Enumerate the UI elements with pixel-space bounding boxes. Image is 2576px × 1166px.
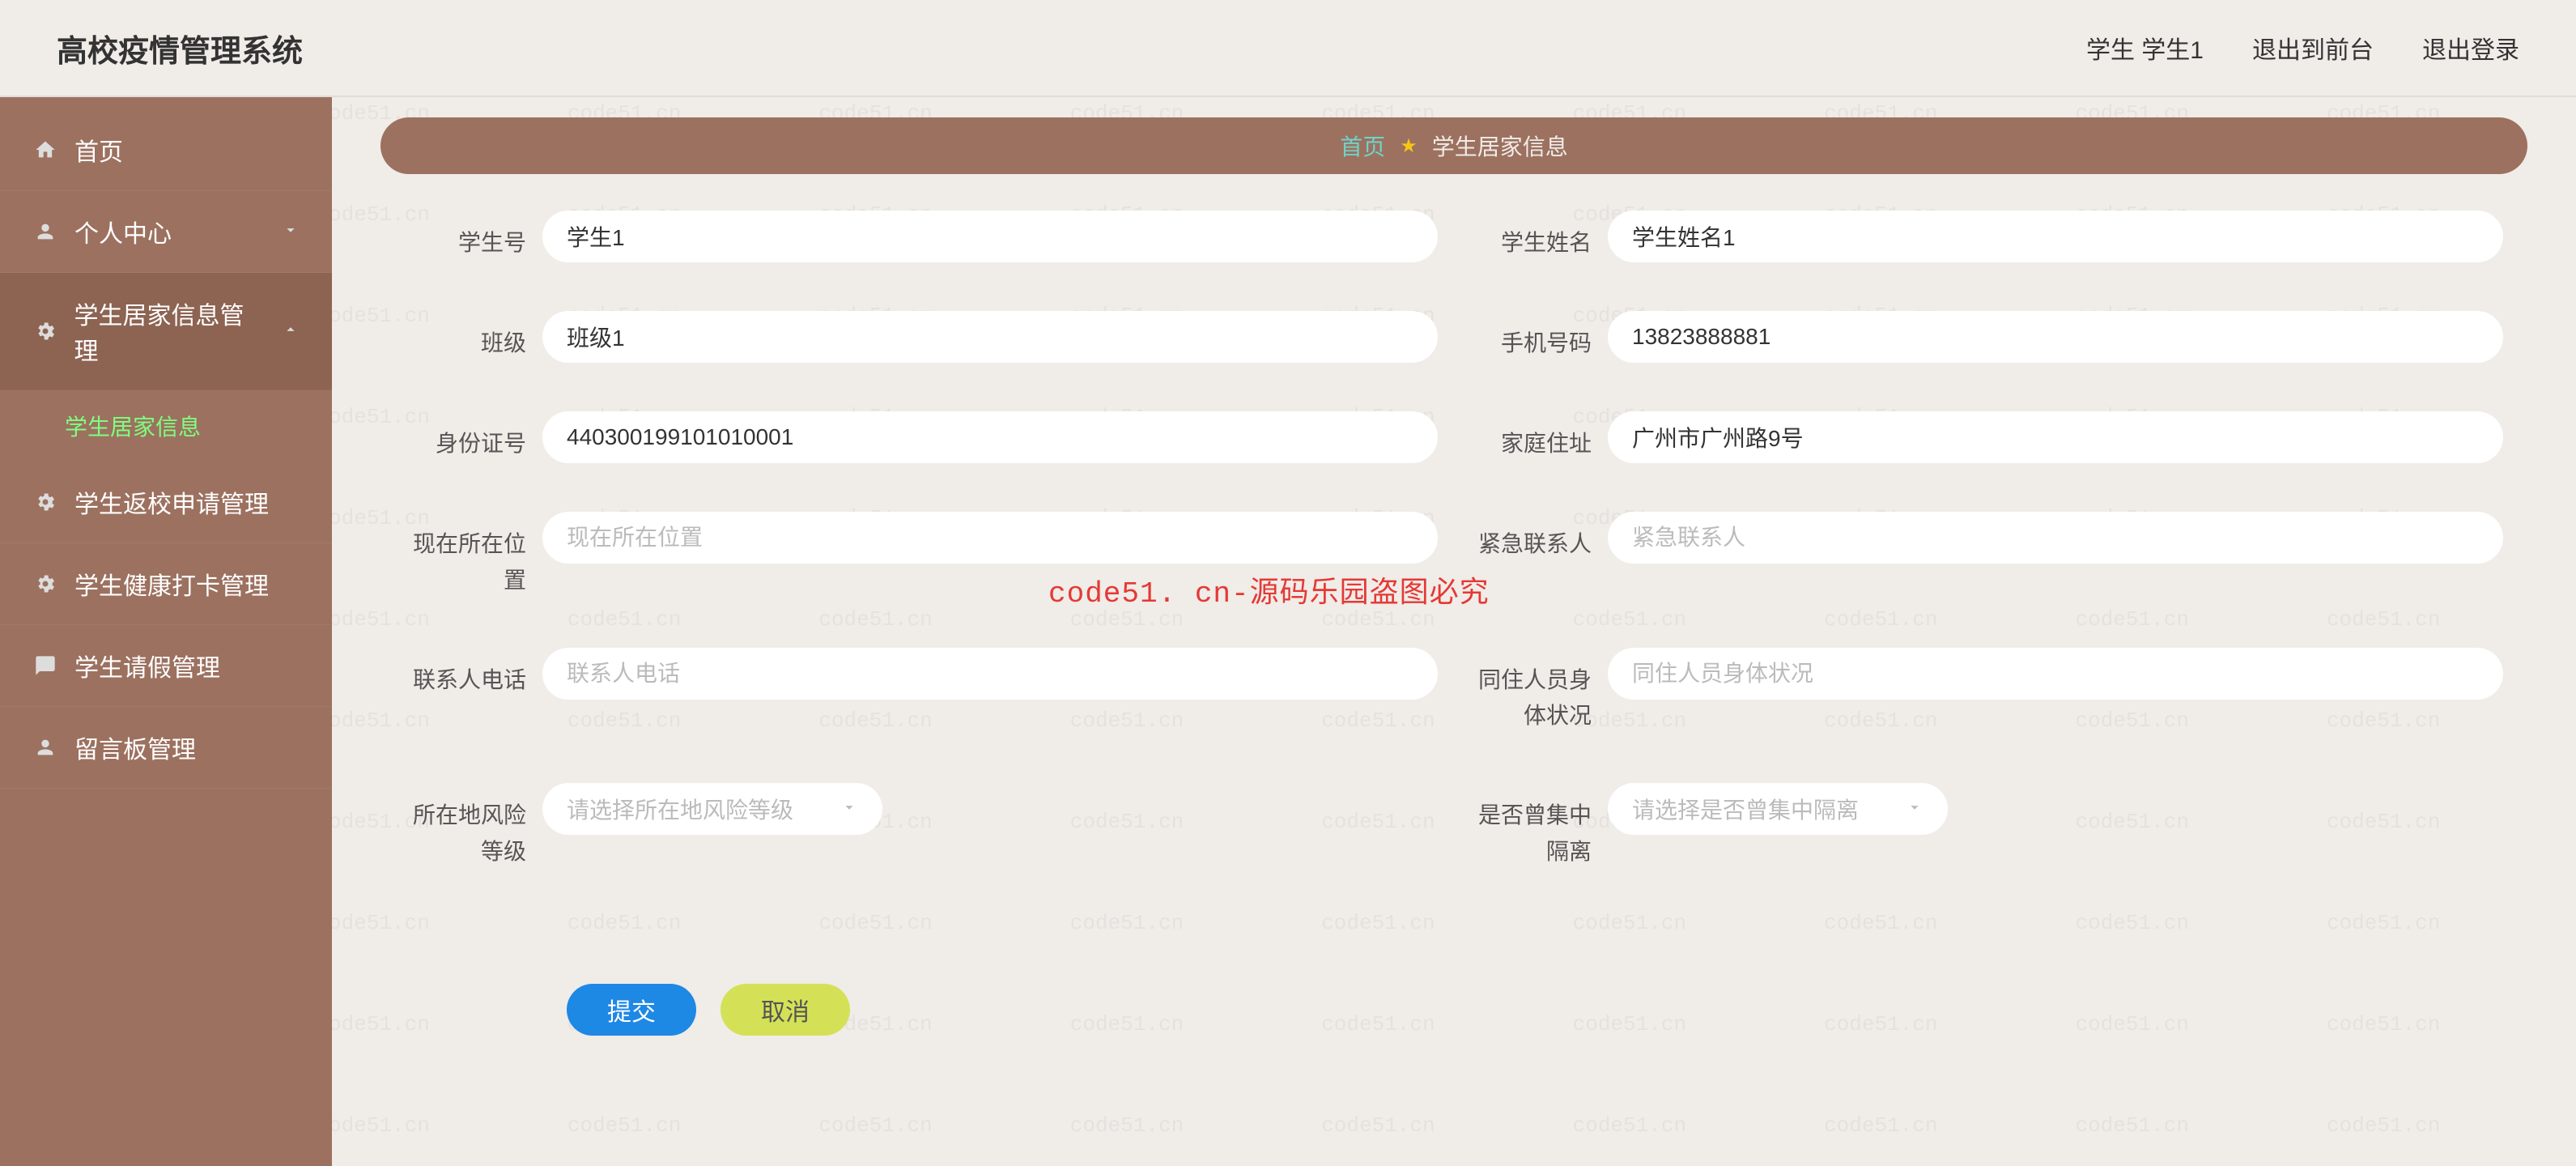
main-content: 首页 ★ 学生居家信息 学生号 学生姓名 班级 手机号码 身份证号 [332, 97, 2576, 1166]
sidebar-item-label: 留言板管理 [74, 730, 196, 765]
select-placeholder: 请选择是否曾集中隔离 [1632, 793, 1859, 825]
input-contact-phone[interactable] [542, 648, 1438, 700]
field-emergency-contact: 紧急联系人 [1470, 512, 2503, 599]
form: 学生号 学生姓名 班级 手机号码 身份证号 家庭住址 [380, 211, 2527, 1036]
label-phone: 手机号码 [1470, 311, 1592, 362]
field-id-card: 身份证号 [405, 411, 1438, 463]
app-title: 高校疫情管理系统 [57, 26, 303, 70]
sidebar: 首页 个人中心 学生居家信息管理 学生居家信息 学生返校申请管理 学生健康打卡管… [0, 97, 332, 1166]
field-student-id: 学生号 [405, 211, 1438, 262]
setting-icon [32, 489, 58, 515]
logout-front-link[interactable]: 退出到前台 [2252, 30, 2374, 66]
label-contact-phone: 联系人电话 [405, 648, 526, 699]
input-current-location[interactable] [542, 512, 1438, 564]
sidebar-item-profile[interactable]: 个人中心 [0, 191, 332, 273]
field-class: 班级 [405, 311, 1438, 363]
input-student-id[interactable] [542, 211, 1438, 262]
cancel-button[interactable]: 取消 [721, 984, 850, 1036]
sidebar-item-label: 学生请假管理 [74, 648, 220, 683]
sidebar-item-label: 学生居家信息管理 [74, 296, 266, 367]
header-right: 学生 学生1 退出到前台 退出登录 [2086, 30, 2519, 66]
field-risk-level: 所在地风险等级 请选择所在地风险等级 [405, 783, 1438, 870]
user-icon [32, 734, 58, 760]
field-cohabitant-health: 同住人员身体状况 [1470, 648, 2503, 735]
sidebar-item-health-check[interactable]: 学生健康打卡管理 [0, 543, 332, 625]
sidebar-item-label: 学生返校申请管理 [74, 484, 269, 520]
select-risk-level[interactable]: 请选择所在地风险等级 [542, 783, 882, 835]
chevron-down-icon [840, 796, 858, 822]
input-id-card[interactable] [542, 411, 1438, 463]
setting-icon [32, 571, 58, 597]
sidebar-item-label: 首页 [74, 132, 123, 168]
sidebar-item-message-board[interactable]: 留言板管理 [0, 707, 332, 789]
home-icon [32, 137, 58, 163]
header: 高校疫情管理系统 学生 学生1 退出到前台 退出登录 [0, 0, 2576, 97]
sidebar-item-leave[interactable]: 学生请假管理 [0, 625, 332, 707]
user-label[interactable]: 学生 学生1 [2086, 30, 2204, 66]
breadcrumb-home[interactable]: 首页 [1340, 130, 1385, 162]
label-risk-level: 所在地风险等级 [405, 783, 526, 870]
chevron-down-icon [282, 218, 300, 245]
sidebar-item-return-apply[interactable]: 学生返校申请管理 [0, 462, 332, 543]
sidebar-subitem-home-info[interactable]: 学生居家信息 [0, 390, 332, 462]
field-contact-phone: 联系人电话 [405, 648, 1438, 735]
sidebar-item-home-info-mgmt[interactable]: 学生居家信息管理 [0, 273, 332, 390]
chevron-down-icon [1906, 796, 1923, 822]
select-quarantine[interactable]: 请选择是否曾集中隔离 [1608, 783, 1948, 835]
input-student-name[interactable] [1608, 211, 2503, 262]
sidebar-item-label: 个人中心 [74, 214, 172, 249]
field-student-name: 学生姓名 [1470, 211, 2503, 262]
button-row: 提交 取消 [405, 919, 2503, 1036]
input-emergency-contact[interactable] [1608, 512, 2503, 564]
input-cohabitant-health[interactable] [1608, 648, 2503, 700]
user-icon [32, 219, 58, 245]
submit-button[interactable]: 提交 [567, 984, 696, 1036]
label-current-location: 现在所在位置 [405, 512, 526, 599]
label-emergency-contact: 紧急联系人 [1470, 512, 1592, 563]
input-class[interactable] [542, 311, 1438, 363]
label-home-address: 家庭住址 [1470, 411, 1592, 462]
field-phone: 手机号码 [1470, 311, 2503, 363]
chevron-up-icon [282, 317, 300, 345]
setting-icon [32, 318, 58, 344]
breadcrumb-current: 学生居家信息 [1432, 130, 1568, 162]
logout-link[interactable]: 退出登录 [2422, 30, 2519, 66]
label-class: 班级 [405, 311, 526, 362]
label-student-id: 学生号 [405, 211, 526, 262]
field-home-address: 家庭住址 [1470, 411, 2503, 463]
input-phone[interactable] [1608, 311, 2503, 363]
input-home-address[interactable] [1608, 411, 2503, 463]
sidebar-item-label: 学生健康打卡管理 [74, 566, 269, 602]
label-student-name: 学生姓名 [1470, 211, 1592, 262]
label-id-card: 身份证号 [405, 411, 526, 462]
field-current-location: 现在所在位置 [405, 512, 1438, 599]
select-placeholder: 请选择所在地风险等级 [567, 793, 793, 825]
chat-icon [32, 653, 58, 679]
breadcrumb: 首页 ★ 学生居家信息 [380, 117, 2527, 174]
label-cohabitant-health: 同住人员身体状况 [1470, 648, 1592, 735]
field-quarantine: 是否曾集中隔离 请选择是否曾集中隔离 [1470, 783, 2503, 870]
label-quarantine: 是否曾集中隔离 [1470, 783, 1592, 870]
sidebar-item-home[interactable]: 首页 [0, 109, 332, 191]
star-icon: ★ [1400, 134, 1418, 158]
